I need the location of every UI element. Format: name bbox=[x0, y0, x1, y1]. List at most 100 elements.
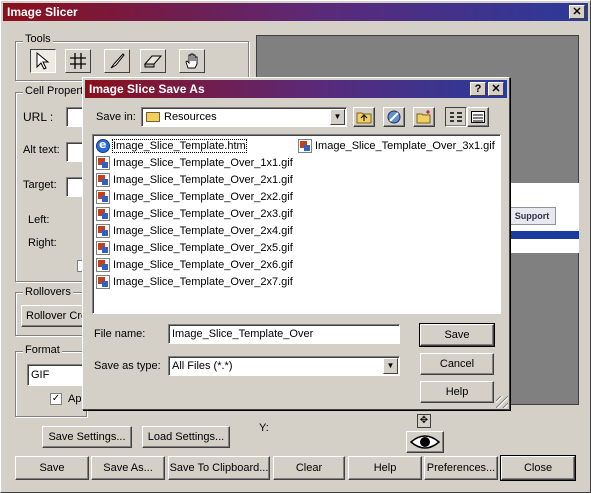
file-name-value: Image_Slice_Template_Over bbox=[172, 328, 314, 340]
file-name-text: Image_Slice_Template.htm bbox=[112, 139, 247, 153]
eraser-tool-button[interactable] bbox=[140, 49, 166, 73]
load-settings-label: Load Settings... bbox=[147, 431, 225, 443]
dialog-save-button[interactable]: Save bbox=[419, 323, 495, 347]
tools-group-label: Tools bbox=[23, 33, 53, 45]
dialog-cancel-label: Cancel bbox=[439, 358, 475, 370]
main-close-button[interactable]: ✕ bbox=[569, 5, 585, 19]
preview-support-tab: Support bbox=[508, 207, 556, 225]
gif-file-icon bbox=[96, 224, 110, 239]
knife-icon bbox=[110, 53, 125, 69]
chevron-down-icon: ▼ bbox=[383, 358, 398, 374]
folder-up-icon bbox=[356, 112, 372, 124]
help-button[interactable]: Help bbox=[348, 456, 422, 480]
save-to-clipboard-button[interactable]: Save To Clipboard... bbox=[168, 456, 270, 480]
load-settings-button[interactable]: Load Settings... bbox=[142, 426, 230, 448]
file-list-item[interactable]: Image_Slice_Template_Over_2x7.gif bbox=[96, 274, 293, 291]
dialog-close-button[interactable]: ✕ bbox=[488, 82, 504, 96]
file-name-text: Image_Slice_Template_Over_2x7.gif bbox=[113, 276, 293, 288]
file-list-item[interactable]: Image_Slice_Template_Over_1x1.gif bbox=[96, 155, 293, 172]
hand-icon bbox=[185, 53, 198, 69]
preferences-label: Preferences... bbox=[426, 462, 496, 474]
close-label: Close bbox=[523, 462, 553, 474]
file-list-item[interactable]: Image_Slice_Template_Over_2x1.gif bbox=[96, 172, 293, 189]
gif-file-icon bbox=[96, 241, 110, 256]
dialog-help-button[interactable]: ? bbox=[470, 82, 486, 96]
move-handle[interactable]: ✥ bbox=[417, 414, 431, 428]
save-button[interactable]: Save bbox=[15, 456, 89, 480]
preview-toggle-button[interactable] bbox=[406, 431, 444, 453]
format-select[interactable]: GIF bbox=[27, 364, 87, 386]
slice-grid-tool-button[interactable] bbox=[65, 49, 91, 73]
save-as-dialog: Image Slice Save As ? ✕ Save in: Resourc… bbox=[82, 77, 510, 410]
desktop-icon bbox=[387, 110, 401, 124]
save-as-label: Save As... bbox=[103, 462, 153, 474]
eye-icon bbox=[409, 435, 441, 449]
apply-checkbox[interactable]: ✓ bbox=[50, 393, 62, 405]
file-list-item[interactable]: Image_Slice_Template_Over_2x3.gif bbox=[96, 206, 293, 223]
list-view-button[interactable] bbox=[445, 107, 467, 127]
desktop-button[interactable] bbox=[383, 107, 405, 127]
dialog-cancel-button[interactable]: Cancel bbox=[420, 353, 494, 375]
save-in-dropdown[interactable]: Resources ▼ bbox=[141, 107, 347, 127]
save-in-value: Resources bbox=[164, 111, 217, 123]
close-icon: ✕ bbox=[491, 83, 501, 95]
file-name-text: Image_Slice_Template_Over_2x6.gif bbox=[113, 259, 293, 271]
dialog-help-label: Help bbox=[445, 386, 469, 398]
details-view-button[interactable] bbox=[467, 107, 489, 127]
rollovers-label: Rollovers bbox=[23, 286, 73, 298]
gif-file-icon bbox=[96, 207, 110, 222]
save-as-type-select[interactable]: All Files (*.*) ▼ bbox=[168, 356, 400, 376]
rollover-create-button[interactable]: Rollover Cre bbox=[21, 305, 87, 327]
hand-tool-button[interactable] bbox=[179, 49, 205, 73]
target-label: Target: bbox=[23, 179, 57, 191]
save-label: Save bbox=[39, 462, 65, 474]
main-window-title: Image Slicer bbox=[7, 5, 78, 19]
folder-icon bbox=[146, 112, 160, 123]
close-button[interactable]: Close bbox=[500, 455, 576, 481]
save-as-type-value: All Files (*.*) bbox=[172, 360, 233, 372]
pointer-icon bbox=[36, 51, 50, 70]
file-list[interactable]: Image_Slice_Template.htm Image_Slice_Temp… bbox=[92, 134, 501, 314]
dialog-title-bar: Image Slice Save As bbox=[85, 80, 507, 98]
url-label: URL : bbox=[23, 110, 54, 124]
file-name-text: Image_Slice_Template_Over_2x2.gif bbox=[113, 191, 293, 203]
help-icon: ? bbox=[474, 83, 482, 95]
file-name-input[interactable]: Image_Slice_Template_Over bbox=[168, 324, 400, 344]
right-label: Right: bbox=[28, 237, 57, 249]
file-list-item[interactable]: Image_Slice_Template_Over_3x1.gif bbox=[298, 138, 495, 155]
format-value: GIF bbox=[31, 369, 50, 381]
resize-grip[interactable] bbox=[496, 396, 508, 408]
up-one-level-button[interactable] bbox=[353, 107, 375, 127]
file-name-label: File name: bbox=[94, 328, 146, 340]
file-list-item[interactable]: Image_Slice_Template_Over_2x5.gif bbox=[96, 240, 293, 257]
knife-tool-button[interactable] bbox=[104, 49, 130, 73]
file-list-item[interactable]: Image_Slice_Template_Over_2x6.gif bbox=[96, 257, 293, 274]
gif-file-icon bbox=[96, 173, 110, 188]
preferences-button[interactable]: Preferences... bbox=[424, 456, 498, 480]
pointer-tool-button[interactable] bbox=[30, 49, 56, 73]
save-as-button[interactable]: Save As... bbox=[91, 456, 165, 480]
main-title-bar: Image Slicer bbox=[3, 3, 588, 21]
gif-file-icon bbox=[96, 156, 110, 171]
new-folder-icon bbox=[416, 110, 431, 124]
file-name-text: Image_Slice_Template_Over_2x1.gif bbox=[113, 174, 293, 186]
dialog-title: Image Slice Save As bbox=[89, 82, 205, 96]
html-file-icon bbox=[96, 137, 110, 154]
file-list-item[interactable]: Image_Slice_Template_Over_2x2.gif bbox=[96, 189, 293, 206]
help-label: Help bbox=[373, 462, 397, 474]
gif-file-icon bbox=[96, 190, 110, 205]
clear-button[interactable]: Clear bbox=[273, 456, 345, 480]
save-to-clipboard-label: Save To Clipboard... bbox=[169, 462, 269, 474]
file-list-item[interactable]: Image_Slice_Template_Over_2x4.gif bbox=[96, 223, 293, 240]
save-as-type-label: Save as type: bbox=[94, 360, 161, 372]
new-folder-button[interactable] bbox=[413, 107, 435, 127]
dialog-help-text-button[interactable]: Help bbox=[420, 381, 494, 403]
details-view-icon bbox=[471, 111, 485, 123]
save-settings-button[interactable]: Save Settings... bbox=[42, 426, 132, 448]
file-name-text: Image_Slice_Template_Over_2x5.gif bbox=[113, 242, 293, 254]
save-in-text: Save in: bbox=[96, 111, 136, 123]
file-list-item[interactable]: Image_Slice_Template.htm bbox=[96, 137, 247, 155]
eraser-icon bbox=[143, 55, 163, 68]
gif-file-icon bbox=[96, 258, 110, 273]
save-in-label: Save in: bbox=[96, 111, 136, 123]
